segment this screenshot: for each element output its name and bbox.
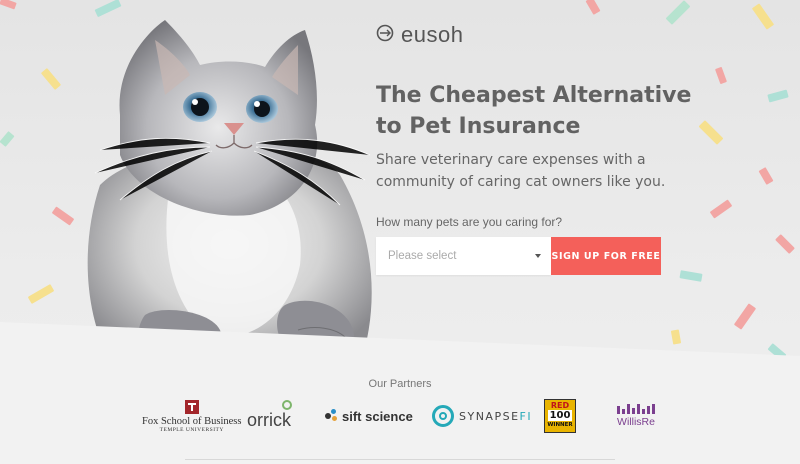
hero-subhead: Share veterinary care expenses with a co… [376,149,676,193]
orrick-circle-icon [282,400,292,410]
partner-fox-sub: TEMPLE UNIVERSITY [159,426,224,433]
red-herring-badge: RED 100 WINNER [544,399,576,433]
confetti-piece [767,343,787,361]
confetti-piece [679,270,703,282]
partner-red-herring[interactable]: RED 100 WINNER [544,398,576,434]
confetti-piece [670,329,682,345]
badge-top: RED [550,401,570,410]
pets-count-select[interactable]: Please select [376,237,551,275]
confetti-piece [40,68,62,90]
brand-name: eusoh [401,22,464,47]
confetti-piece [0,0,17,10]
willis-bars-icon [617,404,655,414]
partner-fox-school[interactable]: Fox School of Business TEMPLE UNIVERSITY [142,398,241,434]
confetti-piece [775,234,795,254]
pets-question-label: How many pets are you caring for? [376,215,563,229]
confetti-piece [758,167,774,185]
confetti-piece [698,120,724,145]
partner-synapse[interactable]: SYNAPSE FI [432,398,532,434]
partner-orrick[interactable]: orrick [247,398,292,434]
select-placeholder: Please select [388,250,457,262]
partner-synapse-suffix: FI [519,409,533,423]
partner-synapse-name: SYNAPSE [459,409,520,423]
headline-line: The Cheapest Alternative [376,83,692,108]
confetti-piece [733,303,757,330]
temple-t-icon [184,399,199,414]
sift-dots-icon [325,409,339,423]
hero-headline: The Cheapest Alternative to Pet Insuranc… [376,80,696,142]
confetti-piece [665,0,691,25]
caret-down-icon [535,254,541,258]
headline-line: to Pet Insurance [376,114,581,139]
brand-logo[interactable]: eusoh [376,22,463,48]
partner-willis-re[interactable]: WillisRe [617,398,655,434]
confetti-piece [767,89,789,103]
badge-num: 100 [547,410,573,421]
hero-cat-image [60,15,390,390]
confetti-piece [714,66,728,85]
partner-sift-name: sift science [342,408,413,424]
footer-divider [185,459,615,460]
confetti-piece [751,3,775,30]
confetti-piece [709,199,733,219]
subhead-line: community of caring cat owners like you. [376,174,666,190]
synapse-ring-icon [432,405,454,427]
partner-fox-name: Fox School of Business [142,415,242,427]
partner-orrick-name: orrick [247,409,291,430]
subhead-line: Share veterinary care expenses with a [376,152,646,168]
confetti-piece [27,284,55,304]
partner-sift-science[interactable]: sift science [325,398,413,434]
badge-bottom: WINNER [547,422,573,428]
partner-willis-name: WillisRe [617,416,655,428]
partners-title: Our Partners [368,378,432,390]
confetti-piece [0,131,15,147]
swirl-arrows-icon [376,24,394,46]
signup-button[interactable]: SIGN UP FOR FREE [551,237,661,275]
confetti-piece [585,0,601,15]
